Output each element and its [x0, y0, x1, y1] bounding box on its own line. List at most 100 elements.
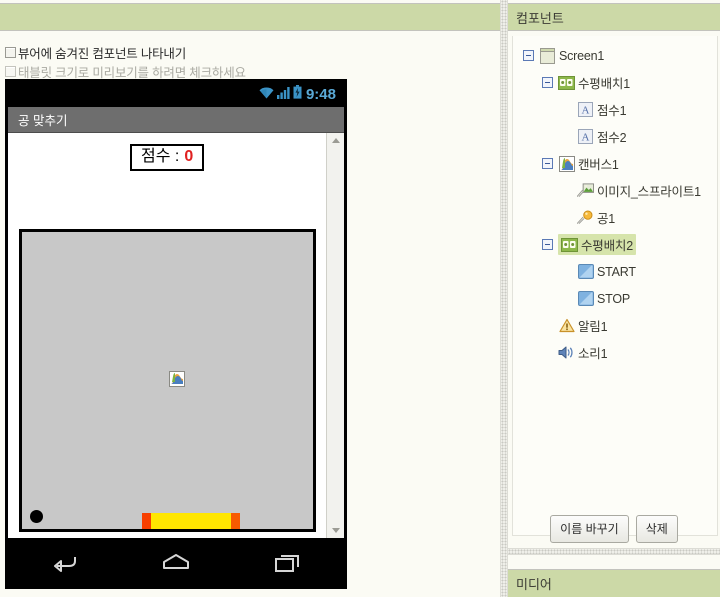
image-sprite-icon — [577, 182, 594, 199]
back-icon[interactable] — [34, 545, 94, 579]
canvas-icon — [558, 155, 575, 172]
tree-item-label: 점수1 — [597, 104, 627, 118]
button-icon — [577, 263, 594, 280]
notifier-icon — [558, 317, 575, 334]
paddle-right-edge — [231, 513, 240, 529]
collapse-minus-icon[interactable] — [542, 158, 553, 169]
wifi-icon — [259, 86, 274, 104]
score-label: 점수 : — [141, 148, 180, 165]
tree-item-content: 공1 — [577, 208, 615, 227]
tree-item-수평배치1[interactable]: 수평배치1 — [513, 69, 717, 96]
paddle-left-edge — [142, 513, 151, 529]
tree-item-이미지_스프라이트1[interactable]: 이미지_스프라이트1 — [513, 177, 717, 204]
components-panel-title: 컴포넌트 — [508, 3, 720, 31]
tree-item-STOP[interactable]: STOP — [513, 285, 717, 312]
tree-item-label: 공1 — [597, 212, 616, 226]
tree-item-content: Screen1 — [539, 47, 604, 64]
tree-item-캔버스1[interactable]: 캔버스1 — [513, 150, 717, 177]
recents-icon[interactable] — [258, 545, 318, 579]
game-canvas[interactable] — [19, 229, 316, 532]
svg-text:A: A — [582, 132, 590, 144]
svg-text:A: A — [582, 105, 590, 117]
screen-icon — [539, 47, 556, 64]
tree-item-content: A 점수1 — [577, 100, 627, 119]
tree-item-label: 알림1 — [578, 320, 608, 334]
tree-item-START[interactable]: START — [513, 258, 717, 285]
horizontal-arrangement-icon — [561, 236, 578, 253]
panel-horizontal-divider[interactable] — [508, 548, 720, 555]
tree-item-label: 수평배치1 — [578, 77, 630, 91]
phone-app-titlebar: 공 맞추기 — [8, 107, 344, 133]
tree-item-label: 점수2 — [597, 131, 627, 145]
tree-item-content: 알림1 — [558, 316, 608, 335]
collapse-minus-icon[interactable] — [523, 50, 534, 61]
tree-item-점수2[interactable]: A 점수2 — [513, 123, 717, 150]
tree-item-label: Screen1 — [559, 48, 605, 63]
viewer-panel: 뷰어에 숨겨진 컴포넌트 나타내기 태블릿 크기로 미리보기를 하려면 체크하세… — [0, 0, 504, 597]
label-icon: A — [577, 101, 594, 118]
tree-toggle-placeholder — [561, 293, 572, 304]
tree-item-수평배치2[interactable]: 수평배치2 — [513, 231, 717, 258]
viewer-panel-header — [0, 3, 500, 31]
score-value: 0 — [184, 148, 194, 165]
rename-button[interactable]: 이름 바꾸기 — [550, 515, 629, 543]
image-sprite-icon[interactable] — [169, 371, 185, 387]
tree-item-content: A 점수2 — [577, 127, 627, 146]
tree-item-content: 이미지_스프라이트1 — [577, 181, 701, 200]
checkbox-tablet-preview-box[interactable] — [5, 66, 16, 77]
phone-statusbar: 9:48 — [8, 82, 344, 107]
paddle-sprite[interactable] — [142, 513, 240, 529]
tree-toggle-placeholder — [561, 266, 572, 277]
home-icon[interactable] — [146, 545, 206, 579]
tree-item-label: 캔버스1 — [578, 158, 619, 172]
button-icon — [577, 290, 594, 307]
sound-icon — [558, 344, 575, 361]
tree-toggle-placeholder — [542, 347, 553, 358]
viewer-panel-title — [0, 4, 500, 9]
phone-screen-scrollbar[interactable] — [326, 133, 344, 538]
phone-preview: 9:48 공 맞추기 점수 : 0 — [5, 79, 347, 589]
checkbox-show-hidden-components-label: 뷰어에 숨겨진 컴포넌트 나타내기 — [18, 47, 187, 61]
phone-navigation-bar — [8, 538, 344, 586]
tree-item-label: 수평배치2 — [581, 239, 633, 253]
battery-icon — [293, 85, 302, 104]
tree-item-소리1[interactable]: 소리1 — [513, 339, 717, 366]
tree-item-content: START — [577, 263, 636, 280]
tree-item-label: START — [597, 264, 636, 279]
delete-button[interactable]: 삭제 — [635, 515, 678, 543]
tree-toggle-placeholder — [561, 131, 572, 142]
component-actions: 이름 바꾸기 삭제 — [508, 515, 720, 543]
tree-item-알림1[interactable]: 알림1 — [513, 312, 717, 339]
tree-toggle-placeholder — [561, 212, 572, 223]
collapse-minus-icon[interactable] — [542, 239, 553, 250]
tree-toggle-placeholder — [561, 185, 572, 196]
statusbar-icons — [259, 85, 302, 104]
component-tree[interactable]: Screen1 수평배치1 A 점수1 A 점수2 캔버스1 이미지_스프라이트1 공1 수평배치… — [512, 36, 718, 536]
tree-item-content: 수평배치1 — [558, 73, 630, 92]
media-panel-title: 미디어 — [508, 569, 720, 597]
tree-item-label: 소리1 — [578, 347, 608, 361]
tree-item-점수1[interactable]: A 점수1 — [513, 96, 717, 123]
tree-item-content: 소리1 — [558, 343, 608, 362]
statusbar-time: 9:48 — [305, 86, 336, 103]
ball-sprite[interactable] — [30, 510, 43, 523]
scroll-up-arrow-icon[interactable] — [327, 133, 344, 148]
checkbox-show-hidden-components-box[interactable] — [5, 47, 16, 58]
tree-item-label: 이미지_스프라이트1 — [597, 185, 701, 199]
scroll-down-arrow-icon[interactable] — [327, 523, 344, 538]
app-root: 뷰어에 숨겨진 컴포넌트 나타내기 태블릿 크기로 미리보기를 하려면 체크하세… — [0, 0, 720, 597]
tree-toggle-placeholder — [561, 104, 572, 115]
tree-item-공1[interactable]: 공1 — [513, 204, 717, 231]
ball-icon — [577, 209, 594, 226]
tree-item-label: STOP — [597, 291, 631, 306]
score-display: 점수 : 0 — [130, 144, 205, 172]
signal-icon — [276, 86, 290, 104]
horizontal-arrangement-icon — [558, 74, 575, 91]
checkbox-show-hidden-components[interactable]: 뷰어에 숨겨진 컴포넌트 나타내기 — [5, 43, 186, 62]
tree-toggle-placeholder — [542, 320, 553, 331]
collapse-minus-icon[interactable] — [542, 77, 553, 88]
tree-item-Screen1[interactable]: Screen1 — [513, 42, 717, 69]
components-panel: 컴포넌트 Screen1 수평배치1 A 점수1 A 점수2 캔버스1 이미지_스프라이트1 공… — [508, 0, 720, 597]
screen-content: 점수 : 0 — [8, 133, 326, 538]
panel-divider[interactable] — [500, 0, 508, 597]
